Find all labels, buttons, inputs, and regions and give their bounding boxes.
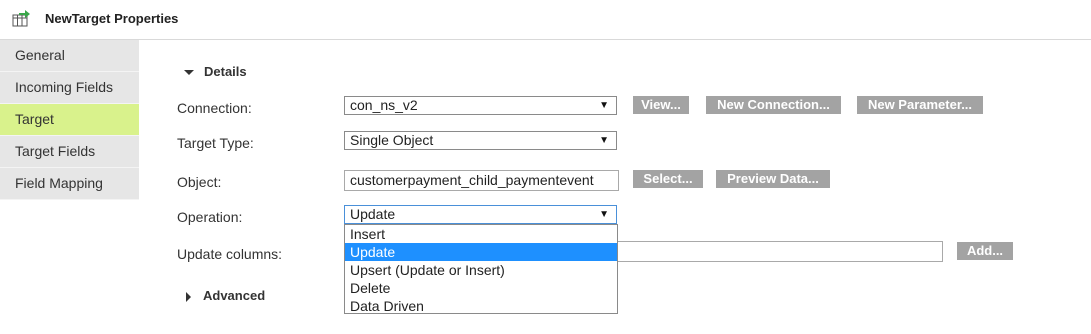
operation-options-list: Insert Update Upsert (Update or Insert) … xyxy=(344,224,618,314)
details-section-toggle[interactable]: Details xyxy=(184,64,247,79)
operation-label: Operation: xyxy=(177,209,243,225)
operation-option-data-driven[interactable]: Data Driven xyxy=(345,297,617,315)
connection-label: Connection: xyxy=(177,100,252,116)
page-title: NewTarget Properties xyxy=(45,11,179,26)
object-field[interactable]: customerpayment_child_paymentevent xyxy=(344,170,619,191)
target-table-icon xyxy=(11,8,31,28)
expand-arrow-icon xyxy=(186,291,191,302)
dropdown-arrow-icon: ▼ xyxy=(599,100,609,111)
select-object-button[interactable]: Select... xyxy=(633,170,703,188)
sidebar: General Incoming Fields Target Target Fi… xyxy=(0,40,139,200)
connection-select[interactable]: con_ns_v2 ▼ xyxy=(344,96,617,115)
new-parameter-button[interactable]: New Parameter... xyxy=(857,96,983,114)
target-type-label: Target Type: xyxy=(177,135,254,151)
advanced-section-toggle[interactable]: Advanced xyxy=(184,288,265,303)
operation-option-insert[interactable]: Insert xyxy=(345,225,617,243)
sidebar-item-general[interactable]: General xyxy=(0,40,139,72)
operation-option-update[interactable]: Update xyxy=(345,243,617,261)
sidebar-item-field-mapping[interactable]: Field Mapping xyxy=(0,168,139,200)
connection-value: con_ns_v2 xyxy=(350,97,418,113)
target-type-select[interactable]: Single Object ▼ xyxy=(344,131,617,150)
details-section-label: Details xyxy=(204,64,247,79)
header: NewTarget Properties xyxy=(0,0,1091,40)
advanced-section-label: Advanced xyxy=(203,288,266,303)
sidebar-item-target[interactable]: Target xyxy=(0,104,139,136)
object-label: Object: xyxy=(177,174,222,190)
view-button[interactable]: View... xyxy=(633,96,689,114)
new-connection-button[interactable]: New Connection... xyxy=(706,96,841,114)
update-columns-label: Update columns: xyxy=(177,246,283,262)
add-columns-button[interactable]: Add... xyxy=(957,242,1013,260)
target-type-value: Single Object xyxy=(350,132,434,148)
sidebar-item-target-fields[interactable]: Target Fields xyxy=(0,136,139,168)
operation-option-delete[interactable]: Delete xyxy=(345,279,617,297)
operation-value: Update xyxy=(350,206,396,222)
operation-select[interactable]: Update ▼ xyxy=(344,205,617,224)
dropdown-arrow-icon: ▼ xyxy=(599,135,609,146)
operation-option-upsert[interactable]: Upsert (Update or Insert) xyxy=(345,261,617,279)
dropdown-arrow-icon: ▼ xyxy=(599,209,609,220)
sidebar-item-incoming-fields[interactable]: Incoming Fields xyxy=(0,72,139,104)
collapse-arrow-icon xyxy=(184,70,194,76)
preview-data-button[interactable]: Preview Data... xyxy=(716,170,830,188)
